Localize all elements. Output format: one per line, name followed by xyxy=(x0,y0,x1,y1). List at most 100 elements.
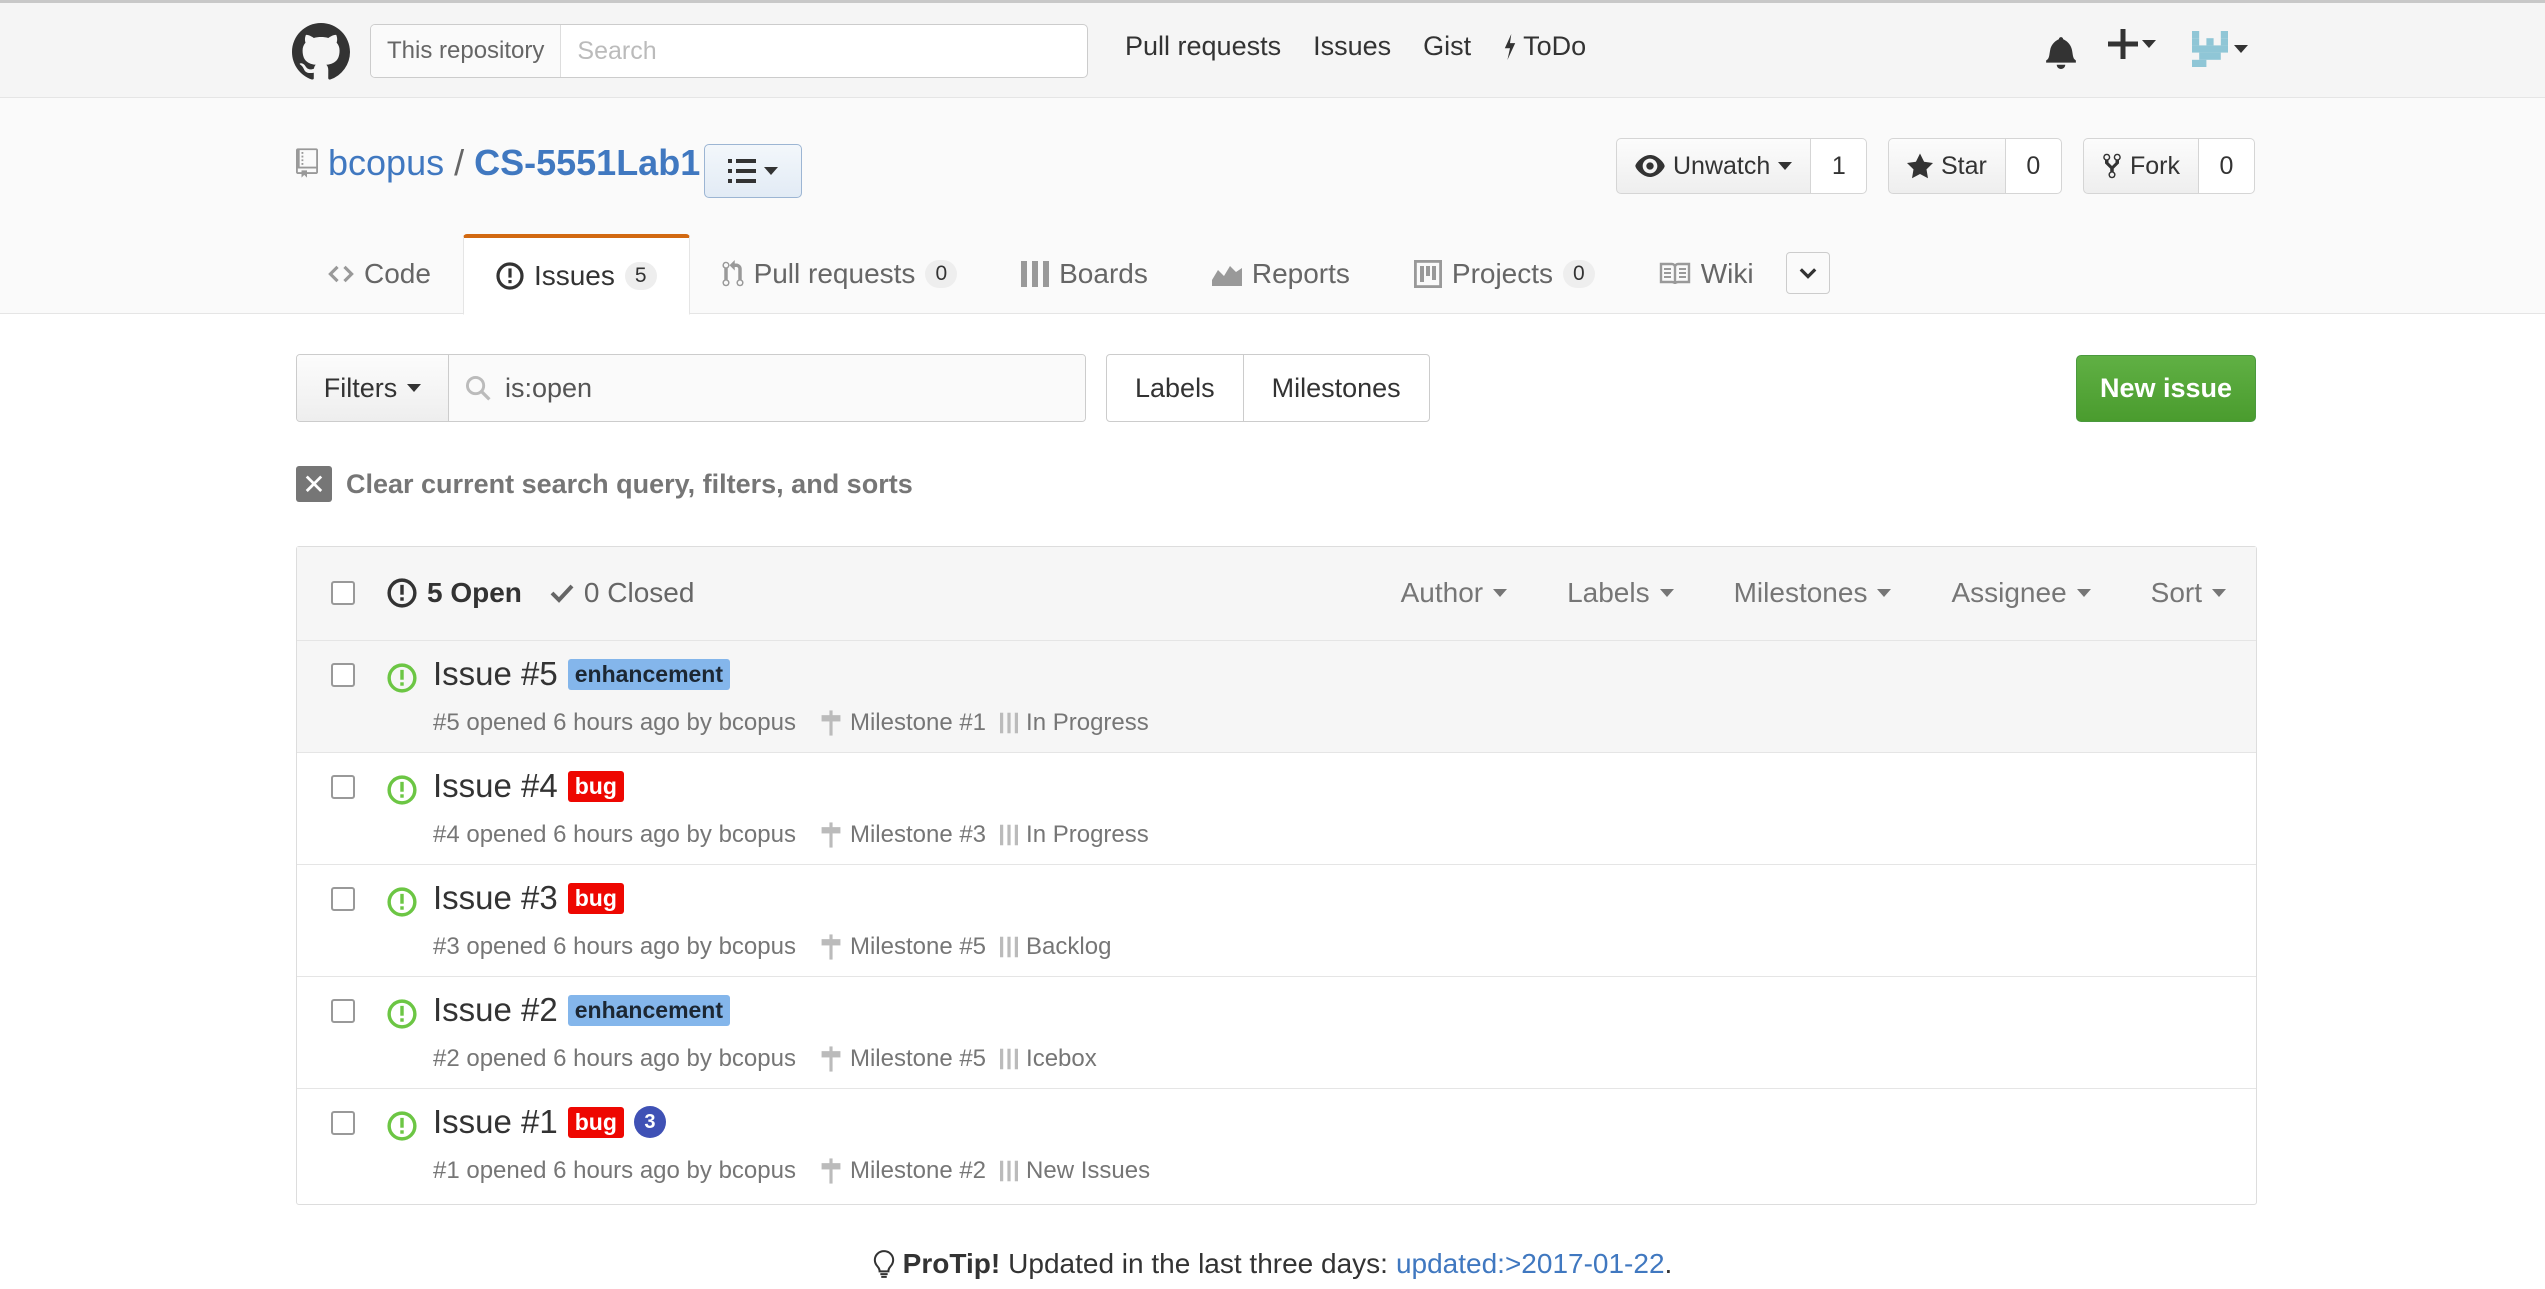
repo-title: bcopus / CS-5551Lab1 xyxy=(296,142,700,184)
repo-owner-link[interactable]: bcopus xyxy=(328,142,444,184)
milestone-label: Milestone #3 xyxy=(849,821,987,848)
open-issues-link[interactable]: 5 Open xyxy=(387,577,522,609)
issue-meta: #5 opened 6 hours ago by bcopus Mileston… xyxy=(433,709,1149,737)
watchers-count[interactable]: 1 xyxy=(1811,138,1868,194)
unwatch-button[interactable]: Unwatch xyxy=(1616,138,1812,194)
tab-label: Reports xyxy=(1251,258,1350,289)
issue-row[interactable]: Issue #5 enhancement #5 opened 6 hours a… xyxy=(297,641,2256,753)
issue-checkbox[interactable] xyxy=(331,887,355,911)
issue-board-stage: New Issues xyxy=(1000,1157,1150,1185)
boards-icon xyxy=(1000,1160,1019,1182)
issue-filter-bar: Filters is:open xyxy=(296,354,1086,422)
issue-row[interactable]: Issue #2 enhancement #2 opened 6 hours a… xyxy=(297,977,2256,1089)
milestone-label: Milestone #2 xyxy=(849,1157,987,1184)
notifications-bell-icon[interactable] xyxy=(2045,35,2077,69)
protip-trailing: . xyxy=(1664,1248,1673,1279)
boards-icon xyxy=(1000,712,1019,734)
unwatch-label: Unwatch xyxy=(1673,151,1771,180)
issue-opened-icon xyxy=(496,262,524,290)
forks-count[interactable]: 0 xyxy=(2199,138,2255,194)
author-filter-dropdown[interactable]: Author xyxy=(1401,577,1508,609)
tab-projects[interactable]: Projects 0 xyxy=(1382,234,1627,314)
filter-search-input[interactable]: is:open xyxy=(449,355,1085,421)
milestone-label: Milestone #5 xyxy=(849,933,987,960)
protip-link[interactable]: updated:>2017-01-22 xyxy=(1396,1248,1665,1280)
issue-milestone-link[interactable]: Milestone #3 xyxy=(820,821,986,849)
issue-checkbox[interactable] xyxy=(331,999,355,1023)
select-all-checkbox[interactable] xyxy=(331,581,355,605)
nav-todo[interactable]: ToDo xyxy=(1503,31,1586,62)
stargazers-count[interactable]: 0 xyxy=(2005,138,2062,194)
issue-title-line: Issue #4 bug xyxy=(433,767,624,805)
menu-label: Labels xyxy=(1567,577,1650,608)
github-logo-icon[interactable] xyxy=(292,23,350,81)
issue-milestone-link[interactable]: Milestone #5 xyxy=(820,1045,986,1073)
issue-label-bug[interactable]: bug xyxy=(567,770,624,802)
issue-board-stage: In Progress xyxy=(1000,709,1149,737)
user-menu-dropdown[interactable] xyxy=(2192,31,2248,67)
avatar xyxy=(2192,31,2228,67)
closed-issues-link[interactable]: 0 Closed xyxy=(550,577,694,609)
nav-issues[interactable]: Issues xyxy=(1313,31,1391,62)
filters-dropdown[interactable]: Filters xyxy=(297,355,449,421)
issue-label-bug[interactable]: bug xyxy=(567,882,624,914)
issue-row[interactable]: Issue #3 bug #3 opened 6 hours ago by bc… xyxy=(297,865,2256,977)
issue-meta: #1 opened 6 hours ago by bcopus Mileston… xyxy=(433,1157,1150,1185)
filters-label: Filters xyxy=(323,372,398,403)
new-issue-button[interactable]: New issue xyxy=(2076,355,2256,422)
issue-title-link[interactable]: Issue #2 xyxy=(433,991,558,1029)
issues-counter: 5 xyxy=(624,262,657,290)
labels-button[interactable]: Labels xyxy=(1107,355,1243,421)
nav-gist[interactable]: Gist xyxy=(1423,31,1471,62)
issue-checkbox[interactable] xyxy=(331,663,355,687)
issue-row[interactable]: Issue #1 bug 3 #1 opened 6 hours ago by b… xyxy=(297,1089,2256,1201)
issue-row[interactable]: Issue #4 bug #4 opened 6 hours ago by bc… xyxy=(297,753,2256,865)
fork-button[interactable]: Fork xyxy=(2083,138,2199,194)
search-input[interactable] xyxy=(561,25,1087,77)
issue-milestone-link[interactable]: Milestone #1 xyxy=(820,709,986,737)
chevron-down-icon xyxy=(1659,589,1674,597)
tab-label: Issues xyxy=(533,260,615,291)
milestone-icon xyxy=(821,822,841,848)
comment-count-badge[interactable]: 3 xyxy=(633,1106,666,1138)
tab-code[interactable]: Code xyxy=(296,234,463,314)
issue-label-enhancement[interactable]: enhancement xyxy=(567,658,731,690)
milestones-filter-dropdown[interactable]: Milestones xyxy=(1734,577,1892,609)
issue-milestone-link[interactable]: Milestone #2 xyxy=(820,1157,986,1185)
tab-issues[interactable]: Issues 5 xyxy=(462,234,690,315)
issue-checkbox[interactable] xyxy=(331,775,355,799)
issue-title-link[interactable]: Issue #5 xyxy=(433,655,558,693)
issue-title-link[interactable]: Issue #1 xyxy=(433,1103,558,1141)
issue-title-link[interactable]: Issue #3 xyxy=(433,879,558,917)
issue-checkbox[interactable] xyxy=(331,1111,355,1135)
top-nav: Pull requests Issues Gist ToDo xyxy=(1125,31,1586,62)
git-pull-request-icon xyxy=(722,260,744,287)
sort-dropdown[interactable]: Sort xyxy=(2151,577,2226,609)
chevron-down-icon xyxy=(2142,40,2156,48)
project-icon xyxy=(1413,260,1442,288)
stage-label: In Progress xyxy=(1026,821,1149,848)
nav-pull-requests[interactable]: Pull requests xyxy=(1125,31,1281,62)
issue-label-bug[interactable]: bug xyxy=(567,1106,624,1138)
repo-name-link[interactable]: CS-5551Lab1 xyxy=(474,142,700,184)
fork-group: Fork 0 xyxy=(2083,138,2255,194)
tab-boards[interactable]: Boards xyxy=(989,234,1180,314)
issue-title-line: Issue #1 bug 3 xyxy=(433,1103,666,1141)
repo-menu-button[interactable] xyxy=(704,144,802,198)
labels-milestones-nav: Labels Milestones xyxy=(1106,354,1430,422)
issue-title-link[interactable]: Issue #4 xyxy=(433,767,558,805)
issue-milestone-link[interactable]: Milestone #5 xyxy=(820,933,986,961)
milestones-button[interactable]: Milestones xyxy=(1242,355,1429,421)
issue-label-enhancement[interactable]: enhancement xyxy=(567,994,731,1026)
create-new-dropdown[interactable] xyxy=(2108,29,2156,59)
tab-pull-requests[interactable]: Pull requests 0 xyxy=(690,234,990,314)
more-tabs-dropdown[interactable] xyxy=(1786,252,1830,294)
tab-wiki[interactable]: Wiki xyxy=(1627,234,1786,314)
star-button[interactable]: Star xyxy=(1888,138,2006,194)
tab-reports[interactable]: Reports xyxy=(1180,234,1382,314)
clear-filters-link[interactable]: ✕ Clear current search query, filters, a… xyxy=(296,466,913,502)
issue-opened-info: #5 opened 6 hours ago by bcopus xyxy=(433,709,796,736)
assignee-filter-dropdown[interactable]: Assignee xyxy=(1951,577,2091,609)
labels-filter-dropdown[interactable]: Labels xyxy=(1567,577,1674,609)
stage-label: Backlog xyxy=(1026,933,1112,960)
